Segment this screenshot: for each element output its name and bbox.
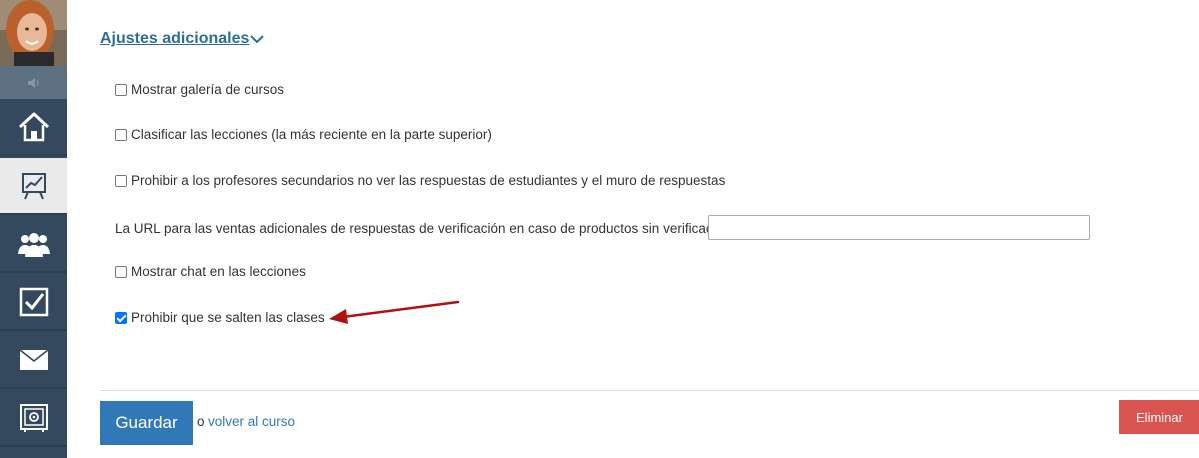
users-icon xyxy=(17,232,50,257)
sidebar xyxy=(0,0,67,458)
back-to-course-link[interactable]: volver al curso xyxy=(208,414,295,429)
option-restrict-assistant-teachers: Prohibir a los profesores secundarios no… xyxy=(115,173,725,188)
chevron-down-icon xyxy=(250,35,265,44)
nav-messages[interactable] xyxy=(0,332,67,389)
option-label: Prohibir que se salten las clases xyxy=(131,310,325,325)
restrict-assistant-teachers-checkbox[interactable] xyxy=(115,174,127,187)
or-text: o xyxy=(197,414,205,429)
chart-board-icon xyxy=(21,172,46,199)
option-label: Mostrar galería de cursos xyxy=(131,82,285,97)
nav-statistics[interactable] xyxy=(0,158,67,215)
safe-icon xyxy=(19,403,48,432)
option-label: Clasificar las lecciones (la más recient… xyxy=(131,127,492,142)
upsell-url-input[interactable] xyxy=(708,215,1090,240)
option-label: Mostrar chat en las lecciones xyxy=(131,264,306,279)
prohibit-skip-lessons-checkbox[interactable] xyxy=(115,311,127,324)
option-show-course-gallery: Mostrar galería de cursos xyxy=(115,82,284,97)
nav-home[interactable] xyxy=(0,99,67,156)
show-course-gallery-checkbox[interactable] xyxy=(115,83,127,96)
user-photo xyxy=(0,0,67,66)
option-label: Prohibir a los profesores secundarios no… xyxy=(131,173,726,188)
show-chat-checkbox[interactable] xyxy=(115,265,127,278)
home-icon xyxy=(18,112,49,141)
checkbox-icon xyxy=(19,287,48,316)
delete-button[interactable]: Eliminar xyxy=(1119,400,1199,434)
section-title: Ajustes adicionales xyxy=(100,30,250,47)
sort-lessons-checkbox[interactable] xyxy=(115,128,127,141)
save-button[interactable]: Guardar xyxy=(100,401,193,445)
mail-icon xyxy=(19,348,48,370)
option-show-chat: Mostrar chat en las lecciones xyxy=(115,264,306,279)
option-prohibit-skip-lessons: Prohibir que se salten las clases xyxy=(115,310,325,325)
nav-tasks[interactable] xyxy=(0,274,67,331)
speaker-icon xyxy=(27,77,39,88)
main-content: Ajustes adicionales Mostrar galería de c… xyxy=(67,0,1199,458)
additional-settings-toggle[interactable]: Ajustes adicionales xyxy=(100,30,265,48)
nav-users[interactable] xyxy=(0,216,67,273)
divider xyxy=(100,390,1199,391)
upsell-url-label: La URL para las ventas adicionales de re… xyxy=(115,221,731,236)
sound-toggle[interactable] xyxy=(0,66,67,99)
avatar[interactable] xyxy=(0,0,67,66)
option-sort-lessons: Clasificar las lecciones (la más recient… xyxy=(115,127,492,142)
annotation-arrow xyxy=(329,300,460,324)
nav-settings[interactable] xyxy=(0,390,67,447)
